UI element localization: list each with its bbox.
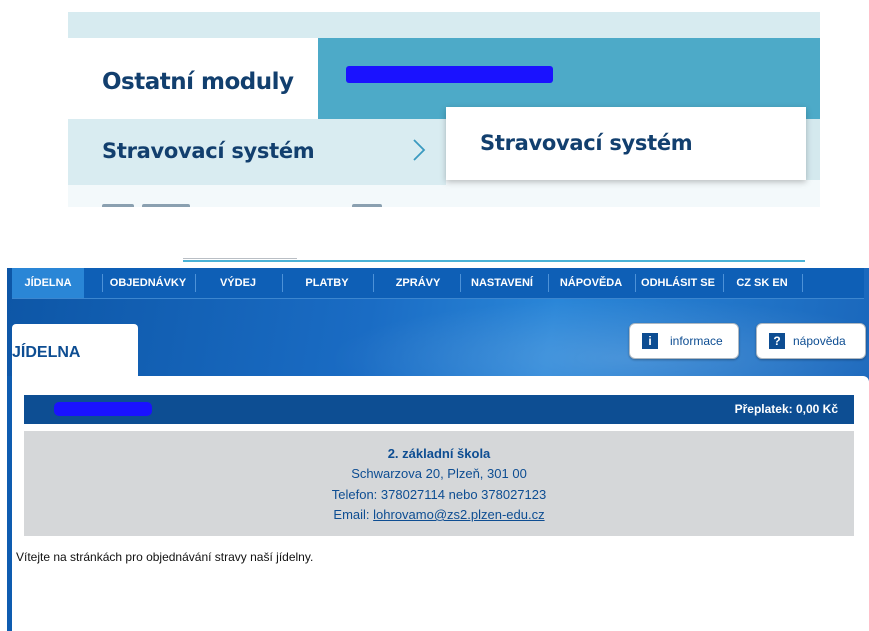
nav-vydej[interactable]: VÝDEJ bbox=[196, 268, 280, 298]
welcome-text: Vítejte na stránkách pro objednávání str… bbox=[16, 550, 314, 564]
nav-zpravy[interactable]: ZPRÁVY bbox=[374, 268, 462, 298]
divider-blue bbox=[183, 260, 805, 262]
nav-napoveda[interactable]: NÁPOVĚDA bbox=[549, 268, 633, 298]
content-panel: Přeplatek: 0,00 Kč 2. základní škola Sch… bbox=[12, 376, 869, 631]
submenu-item-catering[interactable]: Stravovací systém bbox=[68, 119, 446, 185]
menu-screenshot: Ostatní moduly Stravovací systém Stravov… bbox=[68, 12, 820, 207]
page-title: JÍDELNA bbox=[12, 344, 81, 361]
email-label: Email: bbox=[333, 507, 374, 522]
tab-other-modules-label: Ostatní moduly bbox=[102, 69, 294, 95]
info-button-label: informace bbox=[670, 334, 723, 348]
menu-top-strip bbox=[68, 12, 820, 38]
info-button[interactable]: i informace bbox=[629, 323, 739, 359]
nav-nastaveni[interactable]: NASTAVENÍ bbox=[461, 268, 543, 298]
cut-off-text bbox=[102, 201, 432, 207]
nav-platby[interactable]: PLATBY bbox=[283, 268, 371, 298]
chevron-right-icon bbox=[413, 139, 426, 161]
flyout-item-label: Stravovací systém bbox=[480, 131, 693, 155]
redaction-bar bbox=[346, 66, 553, 83]
nav-language[interactable]: CZ SK EN bbox=[724, 268, 800, 298]
info-icon: i bbox=[642, 333, 658, 349]
school-phone: Telefon: 378027114 nebo 378027123 bbox=[331, 487, 547, 502]
submenu-column: Stravovací systém bbox=[68, 119, 446, 207]
nav-jidelna[interactable]: JÍDELNA bbox=[12, 268, 84, 298]
school-email-line: Email: lohrovamo@zs2.plzen-edu.cz bbox=[24, 507, 854, 522]
school-name: 2. základní škola bbox=[387, 446, 491, 461]
account-band: Přeplatek: 0,00 Kč bbox=[24, 395, 854, 424]
help-button-label: nápověda bbox=[793, 334, 846, 348]
email-link[interactable]: lohrovamo@zs2.plzen-edu.cz bbox=[373, 507, 544, 522]
nav-separator bbox=[802, 274, 803, 292]
school-info: 2. základní škola Schwarzova 20, Plzeň, … bbox=[24, 431, 854, 536]
help-icon: ? bbox=[769, 333, 785, 349]
school-address: Schwarzova 20, Plzeň, 301 00 bbox=[351, 466, 527, 481]
catering-app: JÍDELNA OBJEDNÁVKY VÝDEJ PLATBY ZPRÁVY N… bbox=[7, 268, 869, 631]
submenu-item-label: Stravovací systém bbox=[102, 139, 315, 163]
flyout-panel[interactable]: Stravovací systém bbox=[446, 107, 806, 180]
tab-other-modules[interactable]: Ostatní moduly bbox=[68, 38, 318, 119]
divider-gray bbox=[183, 258, 297, 259]
nav-logout[interactable]: ODHLÁSIT SE bbox=[636, 268, 720, 298]
page-title-tab: JÍDELNA bbox=[12, 324, 138, 378]
nav-objednavky[interactable]: OBJEDNÁVKY bbox=[103, 268, 193, 298]
redaction-bar bbox=[54, 402, 152, 416]
help-button[interactable]: ? nápověda bbox=[756, 323, 866, 359]
overpayment-status: Přeplatek: 0,00 Kč bbox=[734, 402, 838, 416]
flyout-background bbox=[446, 180, 820, 207]
main-nav: JÍDELNA OBJEDNÁVKY VÝDEJ PLATBY ZPRÁVY N… bbox=[12, 268, 864, 299]
